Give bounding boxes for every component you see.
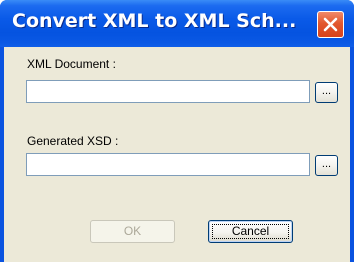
title-bar[interactable]: Convert XML to XML Sch... <box>0 0 354 47</box>
ok-button[interactable]: OK <box>90 220 175 243</box>
close-button[interactable] <box>317 11 344 38</box>
xml-document-browse-button[interactable]: ... <box>315 82 338 103</box>
generated-xsd-label: Generated XSD : <box>27 134 119 148</box>
cancel-button-label: Cancel <box>231 224 270 238</box>
xml-document-label: XML Document : <box>27 57 116 71</box>
close-x-icon <box>323 17 338 32</box>
window-title: Convert XML to XML Sch... <box>12 10 297 32</box>
generated-xsd-browse-button[interactable]: ... <box>315 155 338 176</box>
dialog-client-area: XML Document : ... Generated XSD : ... O… <box>4 47 350 262</box>
cancel-button[interactable]: Cancel <box>208 220 293 243</box>
generated-xsd-input[interactable] <box>26 153 310 176</box>
dialog-window: Convert XML to XML Sch... XML Document :… <box>0 0 354 262</box>
xml-document-input[interactable] <box>26 80 310 103</box>
